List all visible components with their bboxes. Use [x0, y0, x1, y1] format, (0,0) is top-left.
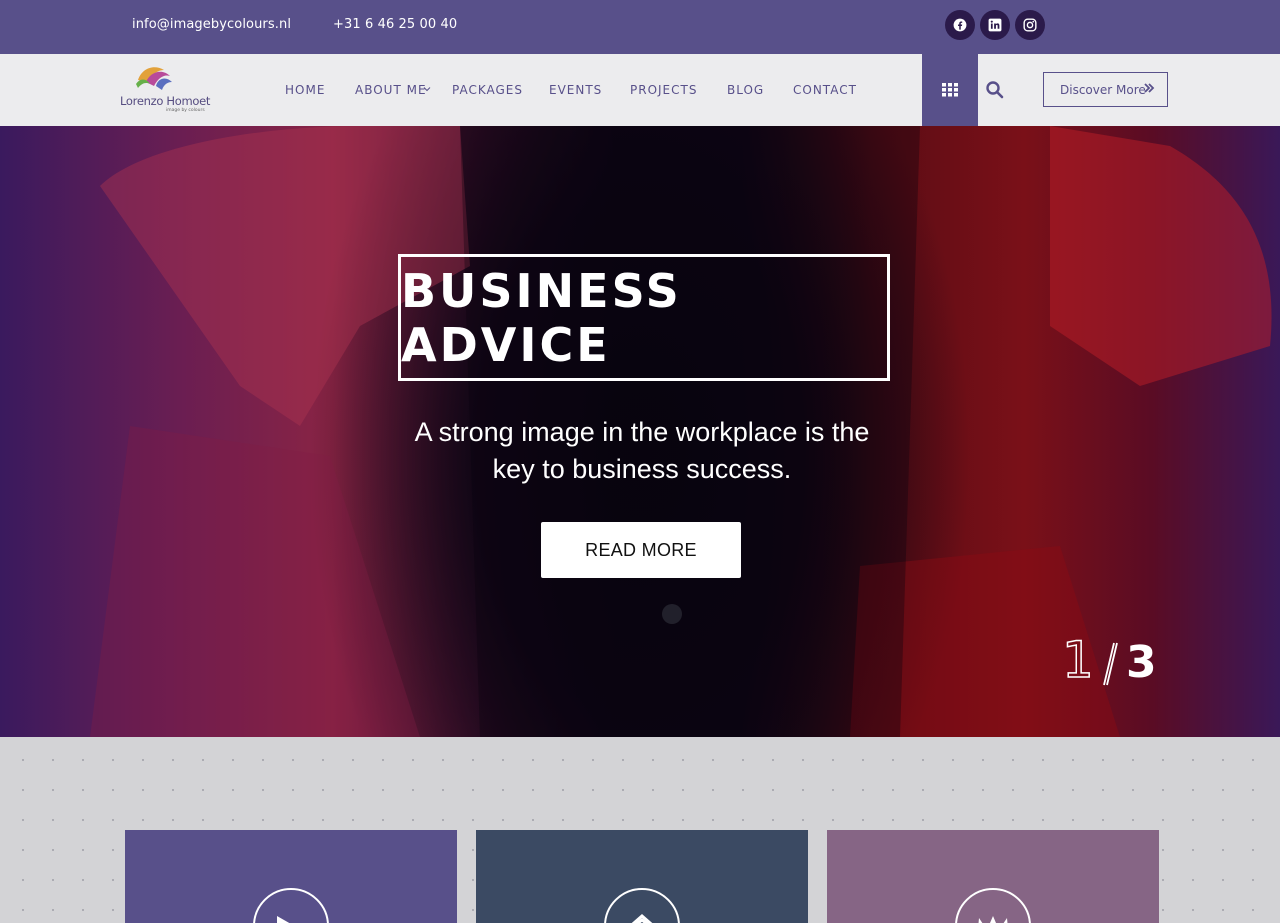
nav-item-contact[interactable]: CONTACT: [793, 83, 857, 97]
hero-slider: BUSINESS ADVICE A strong image in the wo…: [0, 126, 1280, 737]
linkedin-icon[interactable]: [980, 10, 1010, 40]
slide-total: 3: [1126, 637, 1157, 688]
nav-item-events[interactable]: EVENTS: [549, 83, 602, 97]
home-icon: [631, 914, 653, 923]
facebook-icon[interactable]: [945, 10, 975, 40]
hero-subtitle-line-2: key to business success.: [492, 454, 792, 484]
brand-name: Lorenzo Homoet: [120, 94, 211, 108]
contact-phone[interactable]: +31 6 46 25 00 40: [333, 17, 457, 32]
chevron-down-icon[interactable]: [423, 85, 431, 93]
instagram-icon[interactable]: [1015, 10, 1045, 40]
hero-title-box: BUSINESS ADVICE: [398, 254, 890, 381]
slide-current: 1: [1061, 630, 1094, 690]
discover-more-label: Discover More: [1060, 82, 1146, 97]
service-card-2[interactable]: [476, 830, 808, 923]
search-icon[interactable]: [985, 80, 1005, 100]
grid-icon: [942, 83, 958, 97]
double-chevron-right-icon: [1144, 83, 1155, 93]
hero-subtitle: A strong image in the workplace is the k…: [340, 414, 944, 488]
brand-tagline: image by colours: [166, 108, 205, 113]
nav-item-blog[interactable]: BLOG: [727, 83, 764, 97]
discover-more-button[interactable]: Discover More: [1043, 72, 1168, 107]
crown-icon: [978, 916, 1008, 923]
grid-menu-button[interactable]: [922, 54, 978, 126]
play-icon: [277, 916, 290, 923]
top-bar: info@imagebycolours.nl +31 6 46 25 00 40: [0, 0, 1280, 54]
nav-item-projects[interactable]: PROJECTS: [630, 83, 697, 97]
contact-email[interactable]: info@imagebycolours.nl: [132, 17, 291, 32]
read-more-button[interactable]: READ MORE: [541, 522, 741, 578]
nav-item-home[interactable]: HOME: [285, 83, 325, 97]
logo-mark-icon: [136, 67, 172, 90]
slide-separator: [1103, 642, 1118, 686]
nav-item-packages[interactable]: PACKAGES: [452, 83, 523, 97]
service-card-3[interactable]: [827, 830, 1159, 923]
hero-subtitle-line-1: A strong image in the workplace is the: [414, 417, 870, 447]
service-card-1[interactable]: [125, 830, 457, 923]
main-navigation: Lorenzo Homoet image by colours HOME ABO…: [0, 54, 1280, 126]
hero-title: BUSINESS ADVICE: [401, 263, 682, 372]
nav-item-about-me[interactable]: ABOUT ME: [355, 83, 427, 97]
slide-counter: 1 3: [1061, 630, 1172, 691]
brand-logo[interactable]: Lorenzo Homoet image by colours: [118, 66, 210, 116]
